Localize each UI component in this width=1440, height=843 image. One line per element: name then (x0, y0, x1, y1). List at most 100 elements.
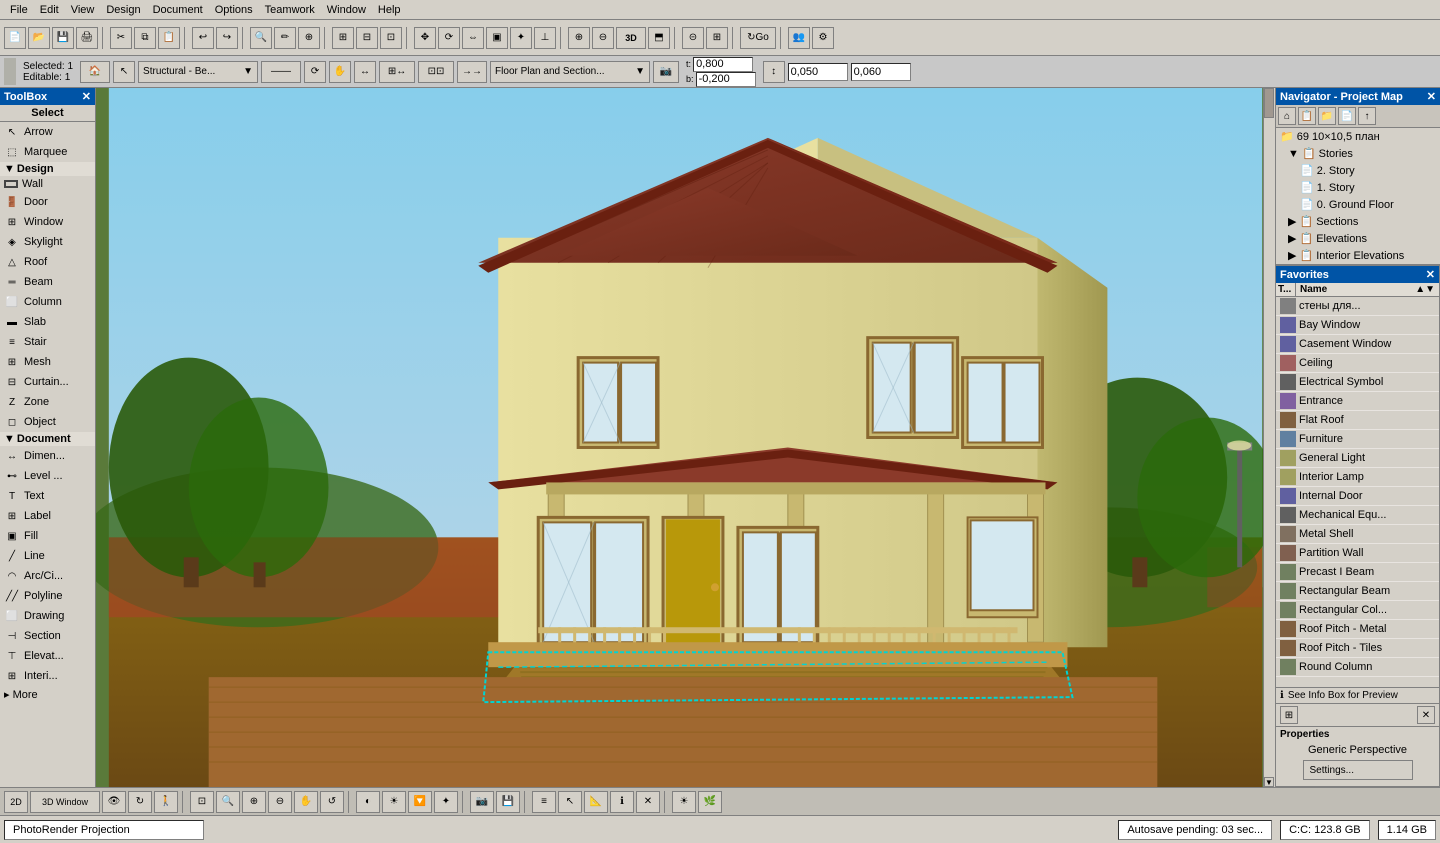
tool-arc[interactable]: ◠ Arc/Ci... (0, 566, 95, 586)
measure-btn[interactable]: 📐 (584, 791, 608, 813)
project-root[interactable]: 📁 69 10×10,5 план (1276, 128, 1440, 145)
pan-btn[interactable]: ✋ (329, 61, 351, 83)
fav-item-partition[interactable]: Partition Wall (1276, 544, 1439, 563)
copy-btn[interactable]: ⧉ (134, 27, 156, 49)
fav-item-1[interactable]: стены для... (1276, 297, 1439, 316)
fav-item-flat-roof[interactable]: Flat Roof (1276, 411, 1439, 430)
tool-text[interactable]: T Text (0, 486, 95, 506)
magnet-btn[interactable]: ⊕ (298, 27, 320, 49)
section-btn[interactable]: ⬒ (648, 27, 670, 49)
fav-item-mechanical[interactable]: Mechanical Equ... (1276, 506, 1439, 525)
story-2[interactable]: 📄 2. Story (1276, 162, 1440, 179)
tool-wall[interactable]: Wall (0, 176, 95, 192)
structural-dropdown[interactable]: Structural - Be... ▼ (138, 61, 258, 83)
save-view-btn[interactable]: 💾 (496, 791, 520, 813)
camera-btn[interactable]: 📷 (653, 61, 679, 83)
orbit-btn[interactable]: ↔ (354, 61, 376, 83)
viewport-3d[interactable]: ▼ (96, 88, 1275, 787)
fav-item-rect-beam[interactable]: Rectangular Beam (1276, 582, 1439, 601)
interior-elev-node[interactable]: ▶ 📋 Interior Elevations (1276, 247, 1440, 264)
stories-node[interactable]: ▼ 📋 Stories (1276, 145, 1440, 162)
tool-level[interactable]: ⊷ Level ... (0, 466, 95, 486)
t-input[interactable] (693, 57, 753, 72)
fav-item-bay-window[interactable]: Bay Window (1276, 316, 1439, 335)
menu-design[interactable]: Design (100, 2, 146, 18)
menu-teamwork[interactable]: Teamwork (259, 2, 321, 18)
menu-view[interactable]: View (65, 2, 101, 18)
green-btn[interactable]: 🌿 (698, 791, 722, 813)
fav-item-electrical[interactable]: Electrical Symbol (1276, 373, 1439, 392)
tool-marquee[interactable]: ⬚ Marquee (0, 142, 95, 162)
select-b-btn[interactable]: ↖ (558, 791, 582, 813)
pan-b-btn[interactable]: ✋ (294, 791, 318, 813)
tool-column[interactable]: ⬜ Column (0, 292, 95, 312)
nav-folder-btn[interactable]: 📁 (1318, 107, 1336, 125)
tool-elevat[interactable]: ⊤ Elevat... (0, 646, 95, 666)
tool-stair[interactable]: ≡ Stair (0, 332, 95, 352)
mirror-btn[interactable]: ⇔ (462, 27, 484, 49)
nav-home-btn[interactable]: ⌂ (1278, 107, 1296, 125)
menu-document[interactable]: Document (147, 2, 209, 18)
save-btn[interactable]: 💾 (52, 27, 74, 49)
rotate-b-btn[interactable]: ↺ (320, 791, 344, 813)
scroll-down-btn[interactable]: ▼ (1264, 777, 1274, 787)
right-input[interactable] (788, 63, 848, 81)
tool-dimen[interactable]: ↔ Dimen... (0, 446, 95, 466)
tool-zone[interactable]: Z Zone (0, 392, 95, 412)
tool-skylight[interactable]: ◈ Skylight (0, 232, 95, 252)
tool-drawing[interactable]: ⬜ Drawing (0, 606, 95, 626)
layers-b-btn[interactable]: ≡ (532, 791, 556, 813)
tool-slab[interactable]: ▬ Slab (0, 312, 95, 332)
grid-btn[interactable]: ⊟ (356, 27, 378, 49)
section-design[interactable]: ▼ Design (0, 162, 95, 176)
toolbox-toggle[interactable] (4, 58, 16, 85)
print-btn[interactable]: 🖨 (76, 27, 98, 49)
zoom-in-b-btn[interactable]: ⊕ (242, 791, 266, 813)
menu-edit[interactable]: Edit (34, 2, 65, 18)
zoom-out-btn[interactable]: ⊖ (592, 27, 614, 49)
pen-style-btn[interactable]: —— (261, 61, 301, 83)
b-input[interactable] (696, 72, 756, 87)
redo-btn[interactable]: ↪ (216, 27, 238, 49)
menu-file[interactable]: File (4, 2, 34, 18)
3d-window-tab[interactable]: 3D Window (30, 791, 100, 813)
fav-item-roof-tiles[interactable]: Roof Pitch - Tiles (1276, 639, 1439, 658)
new-btn[interactable]: 📄 (4, 27, 26, 49)
open-btn[interactable]: 📂 (28, 27, 50, 49)
zoom-area-btn[interactable]: ⊞↔ (379, 61, 415, 83)
tool-beam[interactable]: ═ Beam (0, 272, 95, 292)
offset-btn[interactable]: ▣ (486, 27, 508, 49)
info-btn[interactable]: ℹ (610, 791, 634, 813)
tool-object[interactable]: ◻ Object (0, 412, 95, 432)
section-document[interactable]: ▼ Document (0, 432, 95, 446)
render-b-btn[interactable]: ◐ (356, 791, 380, 813)
tool-label[interactable]: ⊞ Label (0, 506, 95, 526)
fit-btn[interactable]: ⊡⊡ (418, 61, 454, 83)
fav-item-roof-metal[interactable]: Roof Pitch - Metal (1276, 620, 1439, 639)
walk-view-btn[interactable]: 🚶 (154, 791, 178, 813)
elevations-node[interactable]: ▶ 📋 Elevations (1276, 230, 1440, 247)
fav-item-casement[interactable]: Casement Window (1276, 335, 1439, 354)
fav-item-interior-lamp[interactable]: Interior Lamp (1276, 468, 1439, 487)
fav-item-furniture[interactable]: Furniture (1276, 430, 1439, 449)
split-btn[interactable]: ⊥ (534, 27, 556, 49)
undo-btn[interactable]: ↩ (192, 27, 214, 49)
calc-btn[interactable]: ⚙ (812, 27, 834, 49)
favorites-close-btn[interactable]: ✕ (1426, 268, 1435, 281)
zoom-out-b-btn[interactable]: ⊖ (268, 791, 292, 813)
3d-window-btn[interactable]: 🏠 (80, 61, 110, 83)
menu-options[interactable]: Options (209, 2, 259, 18)
navigator-close-btn[interactable]: ✕ (1427, 90, 1436, 103)
tool-window[interactable]: ⊞ Window (0, 212, 95, 232)
fav-item-metal-shell[interactable]: Metal Shell (1276, 525, 1439, 544)
rotate-3d-btn[interactable]: ⟳ (304, 61, 326, 83)
tool-line[interactable]: ╱ Line (0, 546, 95, 566)
sun2-btn[interactable]: ☀ (672, 791, 696, 813)
floor-plan-dropdown[interactable]: Floor Plan and Section... ▼ (490, 61, 650, 83)
tool-interi[interactable]: ⊞ Interi... (0, 666, 95, 686)
fav-item-ceiling[interactable]: Ceiling (1276, 354, 1439, 373)
viewport-scrollbar[interactable]: ▼ (1263, 88, 1275, 787)
fav-item-round-col[interactable]: Round Column (1276, 658, 1439, 677)
tool-fill[interactable]: ▣ Fill (0, 526, 95, 546)
zoom-prev-btn[interactable]: 🔍 (216, 791, 240, 813)
